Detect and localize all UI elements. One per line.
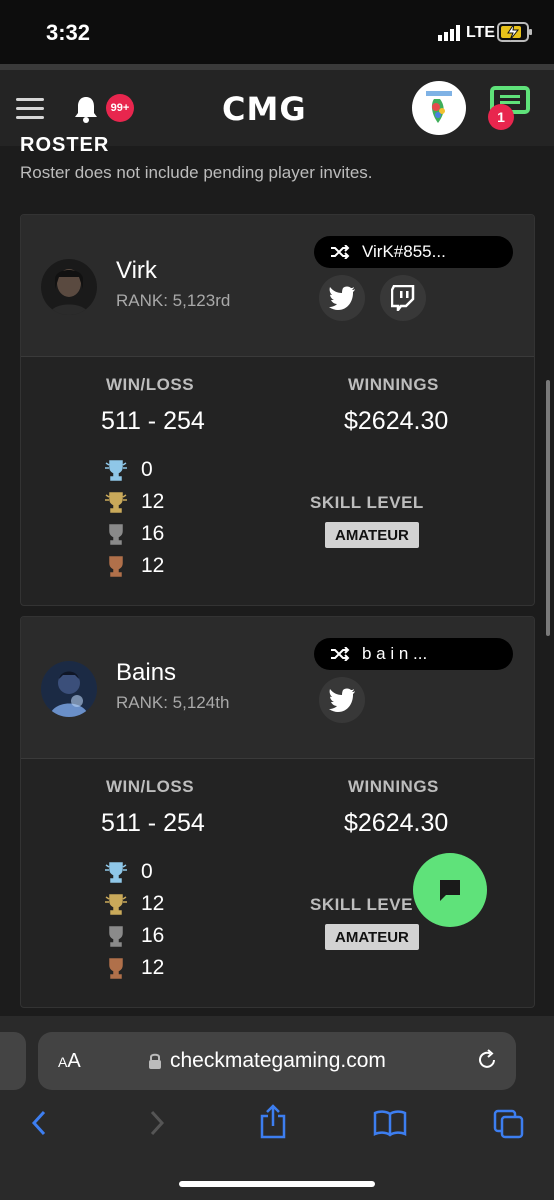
- player-card-header: Bains RANK: 5,124th b a i n ...: [21, 617, 534, 759]
- page-scrollbar[interactable]: [546, 380, 550, 636]
- player-card: Virk RANK: 5,123rd VirK#855... WIN/LOSS …: [20, 214, 535, 606]
- twitter-icon: [329, 688, 355, 712]
- gamertag-text: b a i n ...: [362, 644, 428, 663]
- twitch-button[interactable]: [380, 275, 426, 321]
- share-icon[interactable]: [258, 1104, 288, 1140]
- tabs-icon[interactable]: [492, 1108, 526, 1140]
- win-loss-value: 511 - 254: [101, 407, 205, 435]
- winnings-value: $2624.30: [344, 809, 449, 837]
- diamond-trophy-icon: [105, 862, 127, 883]
- skill-level-label: SKILL LEVEL: [310, 493, 424, 512]
- player-name[interactable]: Bains: [116, 659, 176, 687]
- trophy-gold: 12: [103, 891, 164, 917]
- status-time: 3:32: [46, 20, 91, 45]
- twitch-icon: [391, 285, 415, 311]
- player-avatar[interactable]: [41, 259, 97, 315]
- forward-icon[interactable]: [146, 1108, 168, 1138]
- team-logo-icon: [426, 91, 452, 123]
- roster-subtitle: Roster does not include pending player i…: [20, 163, 373, 182]
- bronze-trophy-icon: [109, 958, 123, 979]
- trophy-count: 0: [141, 860, 153, 883]
- skill-level-label: SKILL LEVE: [310, 895, 413, 914]
- browser-bottom-bar: AA checkmategaming.com: [0, 1016, 554, 1200]
- winnings-label: WINNINGS: [348, 777, 439, 796]
- shuffle-icon: [331, 647, 350, 661]
- team-avatar[interactable]: [412, 81, 466, 135]
- menu-icon[interactable]: [16, 98, 44, 125]
- twitter-button[interactable]: [319, 677, 365, 723]
- home-indicator[interactable]: [179, 1181, 375, 1187]
- trophy-count: 16: [141, 522, 165, 545]
- back-icon[interactable]: [28, 1108, 50, 1138]
- bookmarks-icon[interactable]: [372, 1108, 408, 1138]
- player-rank: RANK: 5,123rd: [116, 291, 231, 310]
- url-text[interactable]: checkmategaming.com: [170, 1049, 386, 1073]
- trophy-count: 12: [141, 892, 165, 915]
- player-photo-icon: [41, 259, 97, 315]
- trophy-diamond: 0: [103, 859, 153, 885]
- bell-icon[interactable]: [72, 94, 100, 124]
- previous-tab-preview[interactable]: [0, 1032, 26, 1090]
- shuffle-icon: [331, 245, 350, 259]
- notifications-badge: 99+: [106, 94, 134, 122]
- win-loss-label: WIN/LOSS: [106, 777, 195, 796]
- silver-trophy-icon: [109, 926, 123, 947]
- signal-icon: [438, 25, 460, 41]
- silver-trophy-icon: [109, 524, 123, 545]
- chat-bubble-icon: [440, 880, 460, 901]
- twitter-icon: [329, 286, 355, 310]
- player-card: Bains RANK: 5,124th b a i n ... WIN/LOSS…: [20, 616, 535, 1008]
- lock-icon: [149, 1053, 161, 1069]
- trophy-count: 12: [141, 956, 165, 979]
- reload-icon[interactable]: [475, 1048, 499, 1072]
- diamond-trophy-icon: [105, 460, 127, 481]
- skill-level-badge: AMATEUR: [325, 522, 419, 548]
- trophy-count: 0: [141, 458, 153, 481]
- floating-chat-button[interactable]: [413, 853, 487, 927]
- trophy-diamond: 0: [103, 457, 153, 483]
- winnings-value: $2624.30: [344, 407, 449, 435]
- status-bar: 3:32 LTE: [0, 0, 554, 64]
- chat-badge: 1: [488, 104, 514, 130]
- gold-trophy-icon: [105, 894, 127, 915]
- player-rank: RANK: 5,124th: [116, 693, 230, 712]
- roster-title: ROSTER: [20, 134, 110, 156]
- gold-trophy-icon: [105, 492, 127, 513]
- address-bar[interactable]: AA checkmategaming.com: [38, 1032, 516, 1090]
- gamertag-pill[interactable]: b a i n ...: [314, 638, 513, 670]
- trophy-count: 16: [141, 924, 165, 947]
- cmg-logo[interactable]: CMG: [222, 90, 307, 128]
- trophy-bronze: 12: [103, 553, 164, 579]
- bronze-trophy-icon: [109, 556, 123, 577]
- trophy-silver: 16: [103, 923, 164, 949]
- gamertag-pill[interactable]: VirK#855...: [314, 236, 513, 268]
- player-photo-icon: [41, 661, 97, 717]
- battery-charging-icon: [497, 22, 532, 42]
- player-card-header: Virk RANK: 5,123rd VirK#855...: [21, 215, 534, 357]
- gamertag-text: VirK#855...: [362, 242, 446, 261]
- win-loss-value: 511 - 254: [101, 809, 205, 837]
- win-loss-label: WIN/LOSS: [106, 375, 195, 394]
- player-avatar[interactable]: [41, 661, 97, 717]
- network-type: LTE: [466, 24, 496, 41]
- player-name[interactable]: Virk: [116, 257, 157, 285]
- skill-level-badge: AMATEUR: [325, 924, 419, 950]
- trophy-count: 12: [141, 554, 165, 577]
- reader-settings-button[interactable]: AA: [58, 1050, 81, 1073]
- twitter-button[interactable]: [319, 275, 365, 321]
- trophy-count: 12: [141, 490, 165, 513]
- trophy-silver: 16: [103, 521, 164, 547]
- trophy-gold: 12: [103, 489, 164, 515]
- winnings-label: WINNINGS: [348, 375, 439, 394]
- trophy-bronze: 12: [103, 955, 164, 981]
